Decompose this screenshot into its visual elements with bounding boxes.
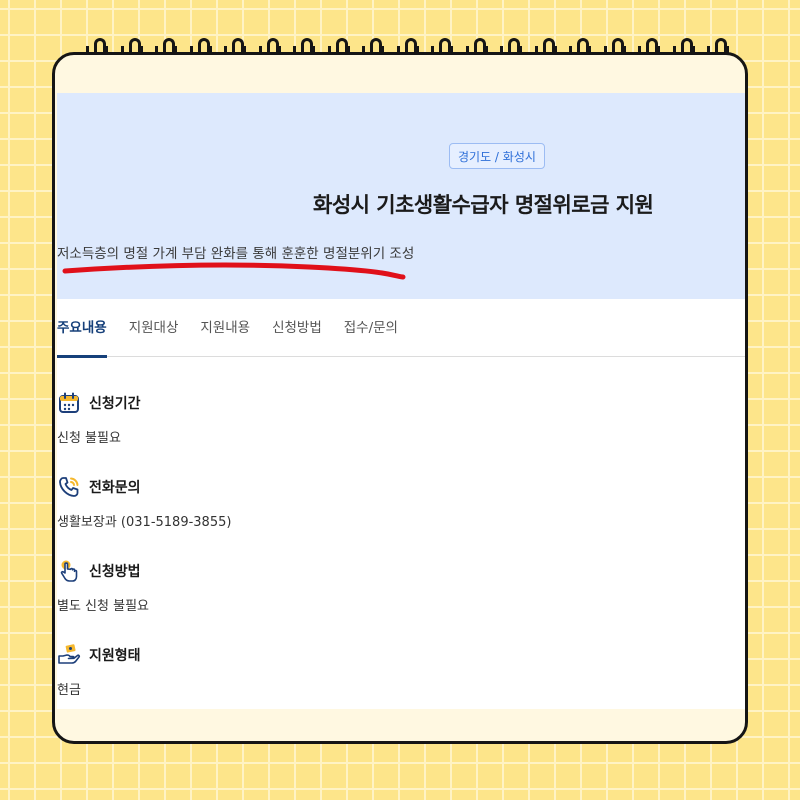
tab-support-details[interactable]: 지원내용 [200,299,250,357]
tab-bar: 주요내용 지원대상 지원내용 신청방법 접수/문의 [57,299,745,358]
info-title: 신청기간 [89,396,141,412]
red-underline-annotation [62,262,406,280]
info-title: 신청방법 [89,564,141,580]
info-title: 전화문의 [89,480,141,496]
tab-contact[interactable]: 접수/문의 [344,299,398,357]
info-value: 현금 [57,683,81,698]
notebook-frame: 경기도 / 화성시 화성시 기초생활수급자 명절위로금 지원 저소득층의 명절 … [52,52,748,744]
info-support-type: 지원형태 현금 [57,643,141,698]
info-value: 별도 신청 불필요 [57,599,149,614]
hand-pointer-icon [57,559,81,583]
tab-application-method[interactable]: 신청방법 [272,299,322,357]
info-title: 지원형태 [89,648,141,664]
info-value: 신청 불필요 [57,431,121,446]
phone-icon [57,475,81,499]
policy-card: 경기도 / 화성시 화성시 기초생활수급자 명절위로금 지원 저소득층의 명절 … [57,93,745,709]
info-value: 생활보장과 (031-5189-3855) [57,515,232,530]
region-badge: 경기도 / 화성시 [449,143,545,169]
tab-main-content[interactable]: 주요내용 [57,299,107,358]
calendar-icon [57,391,81,415]
info-application-period: 신청기간 신청 불필요 [57,391,141,446]
info-application-method: 신청방법 별도 신청 불필요 [57,559,149,614]
page-subtitle: 저소득층의 명절 가계 부담 완화를 통해 훈훈한 명절분위기 조성 [57,246,415,262]
hero-banner: 경기도 / 화성시 화성시 기초생활수급자 명절위로금 지원 저소득층의 명절 … [57,93,745,299]
tab-eligibility[interactable]: 지원대상 [129,299,179,357]
info-phone: 전화문의 생활보장과 (031-5189-3855) [57,475,231,530]
page-title: 화성시 기초생활수급자 명절위로금 지원 [313,193,654,217]
money-hand-icon [57,643,81,667]
